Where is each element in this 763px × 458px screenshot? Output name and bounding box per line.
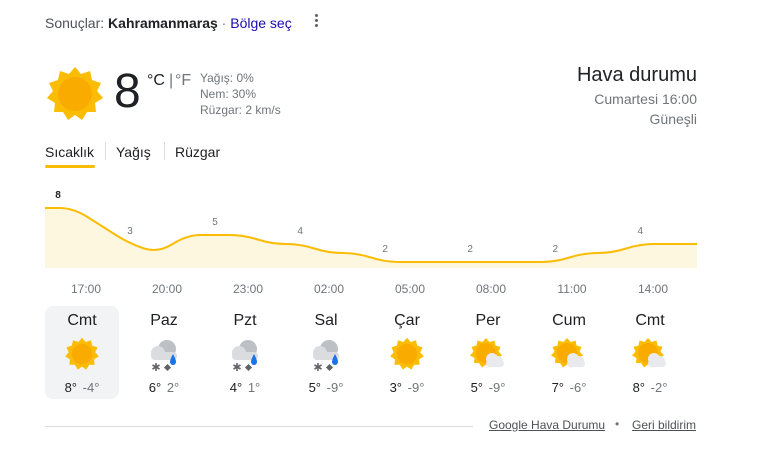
hour-label: 14:00	[637, 282, 669, 296]
day-card-car[interactable]: Çar 3° -9°	[370, 306, 444, 399]
day-low: -9°	[407, 380, 425, 395]
partly-cloudy-icon	[632, 336, 668, 372]
day-temps: 8° -4°	[45, 380, 119, 395]
location-name: Kahramanmaraş	[108, 15, 218, 31]
current-temperature: 8	[114, 65, 141, 118]
sunny-icon	[45, 64, 105, 124]
results-prefix: Sonuçlar:	[45, 15, 105, 31]
day-name: Sal	[314, 312, 338, 329]
tab-precipitation[interactable]: Yağış	[116, 144, 151, 160]
temperature-data-label: 2	[467, 244, 473, 255]
day-name: Cum	[552, 312, 586, 329]
snow-rain-icon	[308, 336, 344, 372]
weather-title: Hava durumu	[576, 64, 697, 86]
snow-rain-icon	[227, 336, 263, 372]
tab-wind[interactable]: Rüzgar	[175, 144, 220, 160]
day-low: 1°	[247, 380, 261, 395]
hour-label: 02:00	[313, 282, 345, 296]
snow-rain-icon	[146, 336, 182, 372]
day-low: -6°	[569, 380, 587, 395]
temperature-chart[interactable]: 8 3 5 4 2 2 2 4	[0, 178, 763, 278]
hour-label: 08:00	[475, 282, 507, 296]
temperature-data-label: 5	[212, 217, 218, 228]
day-name: Per	[475, 312, 501, 329]
day-card-cum[interactable]: Cum 7° -6°	[532, 306, 606, 399]
unit-fahrenheit[interactable]: °F	[175, 72, 191, 90]
day-high: 3°	[389, 380, 403, 395]
day-low: 2°	[166, 380, 180, 395]
day-name: Çar	[394, 312, 420, 329]
temperature-data-label: 4	[297, 226, 303, 237]
tab-selected-indicator	[45, 165, 95, 168]
day-temps: 7° -6°	[532, 380, 606, 395]
unit-celsius[interactable]: °C	[147, 72, 165, 90]
day-high: 7°	[551, 380, 565, 395]
temperature-data-label: 2	[552, 244, 558, 255]
temperature-area	[45, 208, 697, 268]
day-card-cmt[interactable]: Cmt 8° -4°	[45, 306, 119, 399]
temperature-data-label: 4	[638, 226, 644, 237]
day-low: -9°	[488, 380, 506, 395]
day-temps: 5° -9°	[289, 380, 363, 395]
sunny-icon	[64, 336, 100, 372]
day-high: 4°	[229, 380, 243, 395]
day-card-paz[interactable]: Paz 6° 2°	[127, 306, 201, 399]
tab-divider	[105, 142, 106, 160]
footer-dot: •	[615, 417, 620, 431]
temperature-data-label: 3	[127, 226, 133, 237]
day-name: Paz	[150, 312, 178, 329]
day-card-pzt[interactable]: Pzt 4° 1°	[208, 306, 282, 399]
day-high: 8°	[64, 380, 78, 395]
day-high: 6°	[148, 380, 162, 395]
day-low: -4°	[82, 380, 100, 395]
partly-cloudy-icon	[470, 336, 506, 372]
day-temps: 8° -2°	[613, 380, 687, 395]
hour-label: 23:00	[232, 282, 264, 296]
humidity-text: Nem: 30%	[200, 87, 257, 101]
results-line: Sonuçlar: Kahramanmaraş · Bölge seç	[45, 15, 292, 31]
temperature-data-label: 2	[382, 244, 388, 255]
partly-cloudy-icon	[551, 336, 587, 372]
hour-label: 11:00	[557, 282, 587, 296]
day-card-cmt-next[interactable]: Cmt 8° -2°	[613, 306, 687, 399]
day-temps: 5° -9°	[451, 380, 525, 395]
tab-temperature[interactable]: Sıcaklık	[45, 144, 94, 160]
day-card-sal[interactable]: Sal 5° -9°	[289, 306, 363, 399]
unit-divider: |	[169, 72, 174, 89]
weather-condition: Güneşli	[649, 111, 697, 127]
day-high: 8°	[632, 380, 646, 395]
day-high: 5°	[308, 380, 322, 395]
day-temps: 4° 1°	[208, 380, 282, 395]
hour-label: 05:00	[394, 282, 426, 296]
google-weather-link[interactable]: Google Hava Durumu	[489, 418, 605, 432]
temperature-data-label: 8	[55, 190, 61, 201]
day-high: 5°	[470, 380, 484, 395]
more-options-icon[interactable]	[308, 12, 324, 34]
wind-text: Rüzgar: 2 km/s	[200, 103, 281, 117]
separator: ·	[221, 15, 227, 31]
feedback-link[interactable]: Geri bildirim	[632, 418, 696, 432]
day-temps: 3° -9°	[370, 380, 444, 395]
hour-label: 17:00	[70, 282, 102, 296]
day-low: -9°	[326, 380, 344, 395]
day-low: -2°	[650, 380, 668, 395]
sunny-icon	[389, 336, 425, 372]
footer-divider	[45, 426, 473, 427]
day-name: Cmt	[635, 312, 665, 329]
tab-divider	[164, 142, 165, 160]
precipitation-text: Yağış: 0%	[200, 71, 254, 85]
day-temps: 6° 2°	[127, 380, 201, 395]
hour-label: 20:00	[151, 282, 183, 296]
day-name: Cmt	[67, 312, 97, 329]
day-card-per[interactable]: Per 5° -9°	[451, 306, 525, 399]
region-select-link[interactable]: Bölge seç	[230, 15, 291, 31]
day-name: Pzt	[233, 312, 257, 329]
weather-day-time: Cumartesi 16:00	[594, 91, 697, 107]
